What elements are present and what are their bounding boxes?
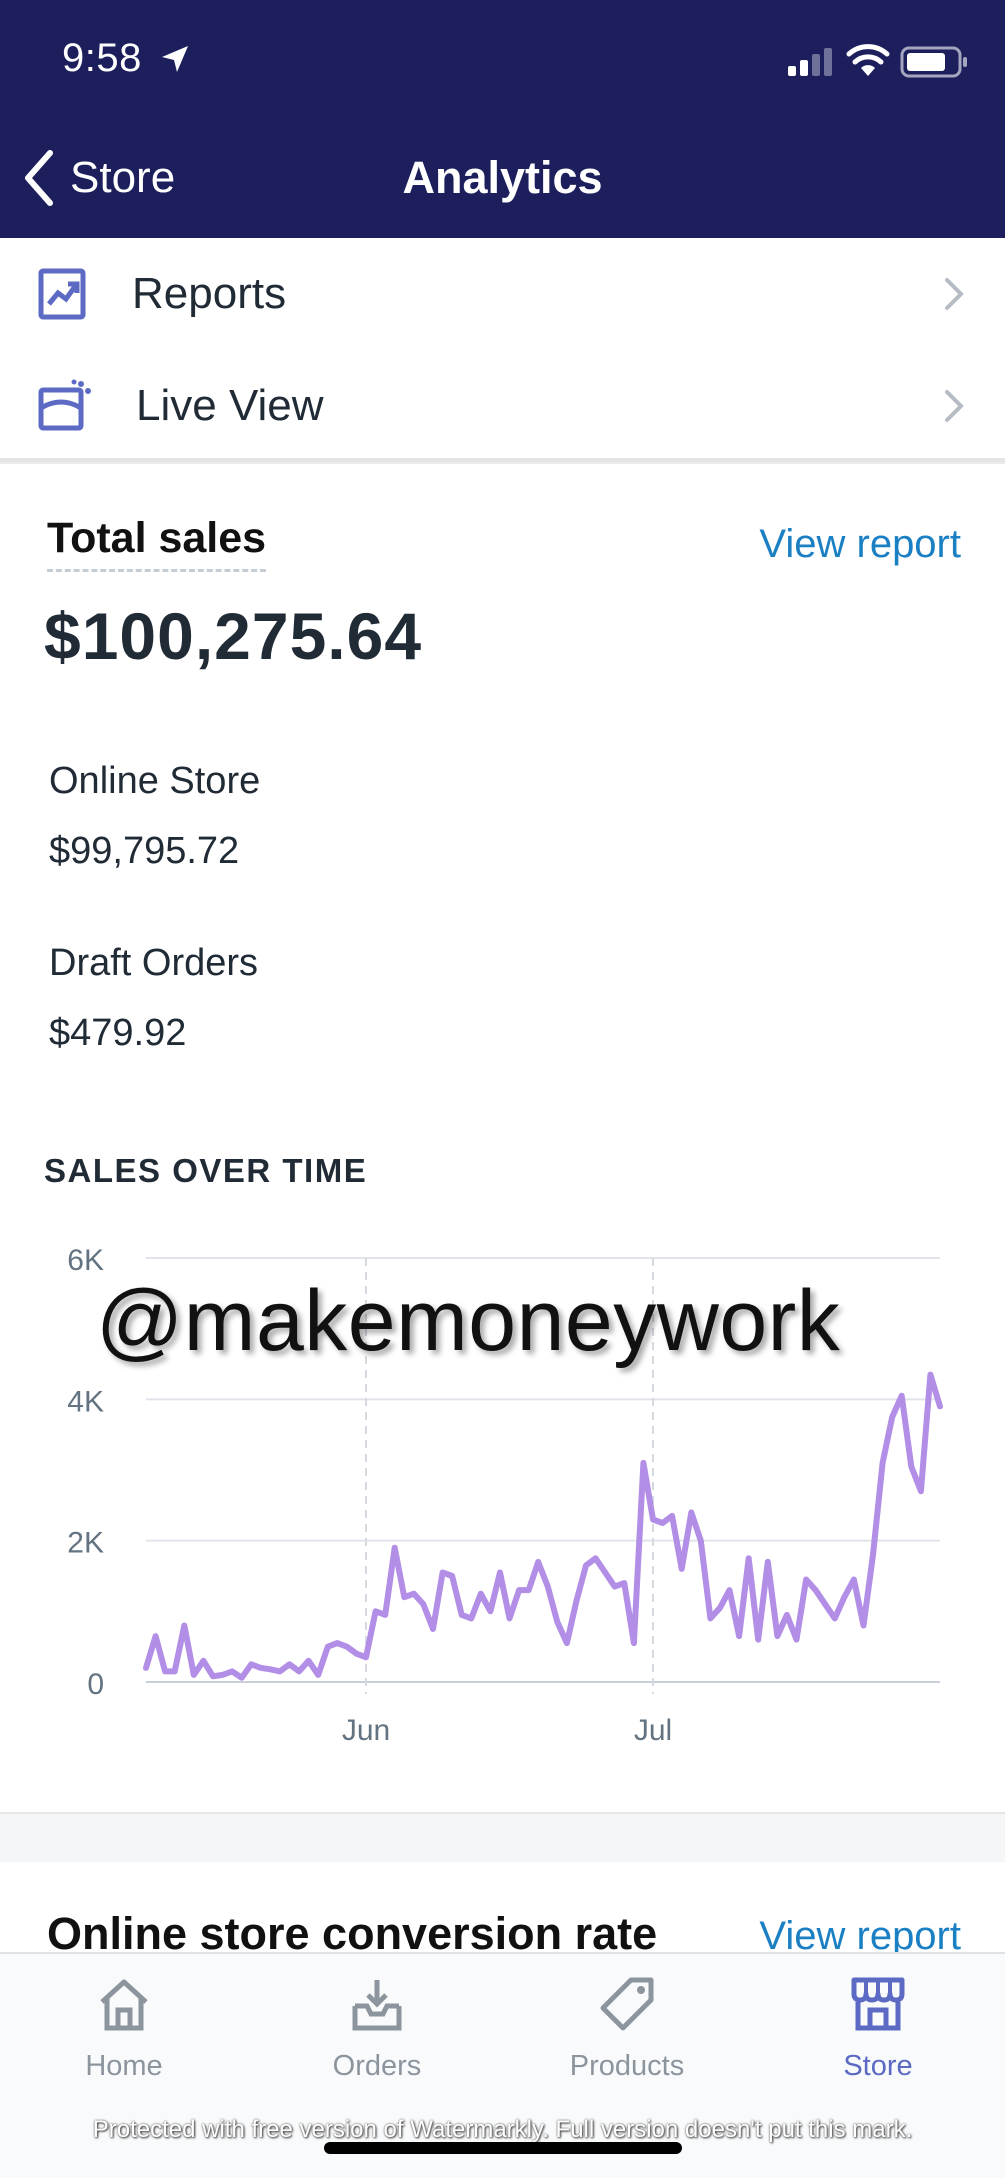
tab-orders[interactable]: Orders	[277, 1974, 477, 2083]
location-arrow-icon	[162, 46, 188, 72]
tab-label: Home	[85, 2050, 163, 2082]
total-sales-value: $100,275.64	[44, 599, 423, 673]
watermark-overlay-text: @makemoneywork	[96, 1273, 841, 1369]
y-tick-label: 0	[87, 1668, 104, 1701]
sales-series-line	[143, 1371, 943, 1681]
tab-store[interactable]: Store	[778, 1974, 978, 2083]
channel-name: Online Store	[49, 760, 261, 802]
tab-label: Products	[569, 2050, 685, 2082]
home-icon	[100, 1979, 148, 2031]
y-tick-label: 2K	[67, 1527, 104, 1560]
chevron-right-icon	[945, 390, 964, 422]
tab-label: Orders	[332, 2050, 422, 2082]
reports-chart-icon	[38, 268, 86, 320]
live-view-icon	[38, 379, 91, 431]
y-tick-label: 4K	[67, 1385, 104, 1418]
watermark-footer-text: Protected with free version of Watermark…	[92, 2116, 913, 2143]
menu-item-reports[interactable]: Reports	[0, 238, 1005, 352]
section-divider	[0, 458, 1005, 462]
battery-icon	[900, 46, 967, 78]
section-separator	[0, 1812, 1005, 1862]
navigation-header: 9:58 Store Analytics	[0, 0, 1005, 238]
view-report-link[interactable]: View report	[759, 522, 961, 567]
page-title: Analytics	[402, 152, 603, 203]
sales-over-time-title: SALES OVER TIME	[44, 1152, 368, 1189]
tab-products[interactable]: Products	[527, 1974, 727, 2083]
home-indicator	[324, 2142, 682, 2154]
wifi-icon	[846, 44, 890, 76]
channel-value: $99,795.72	[49, 830, 240, 872]
products-tag-icon	[600, 1977, 654, 2031]
menu-item-live-view[interactable]: Live View	[0, 350, 1005, 464]
channel-value: $479.92	[49, 1012, 187, 1054]
chevron-right-icon	[945, 278, 964, 310]
total-sales-label[interactable]: Total sales	[47, 514, 267, 572]
tab-home[interactable]: Home	[24, 1974, 224, 2083]
status-time: 9:58	[62, 36, 142, 80]
menu-item-label: Reports	[132, 269, 287, 318]
x-tick-label: Jul	[634, 1714, 672, 1747]
channel-name: Draft Orders	[49, 942, 259, 984]
store-icon	[851, 1977, 905, 2031]
x-tick-label: Jun	[342, 1714, 390, 1747]
cellular-signal-icon	[788, 48, 832, 76]
orders-icon	[352, 1980, 402, 2031]
tab-label: Store	[843, 2050, 913, 2082]
menu-item-label: Live View	[136, 381, 324, 430]
